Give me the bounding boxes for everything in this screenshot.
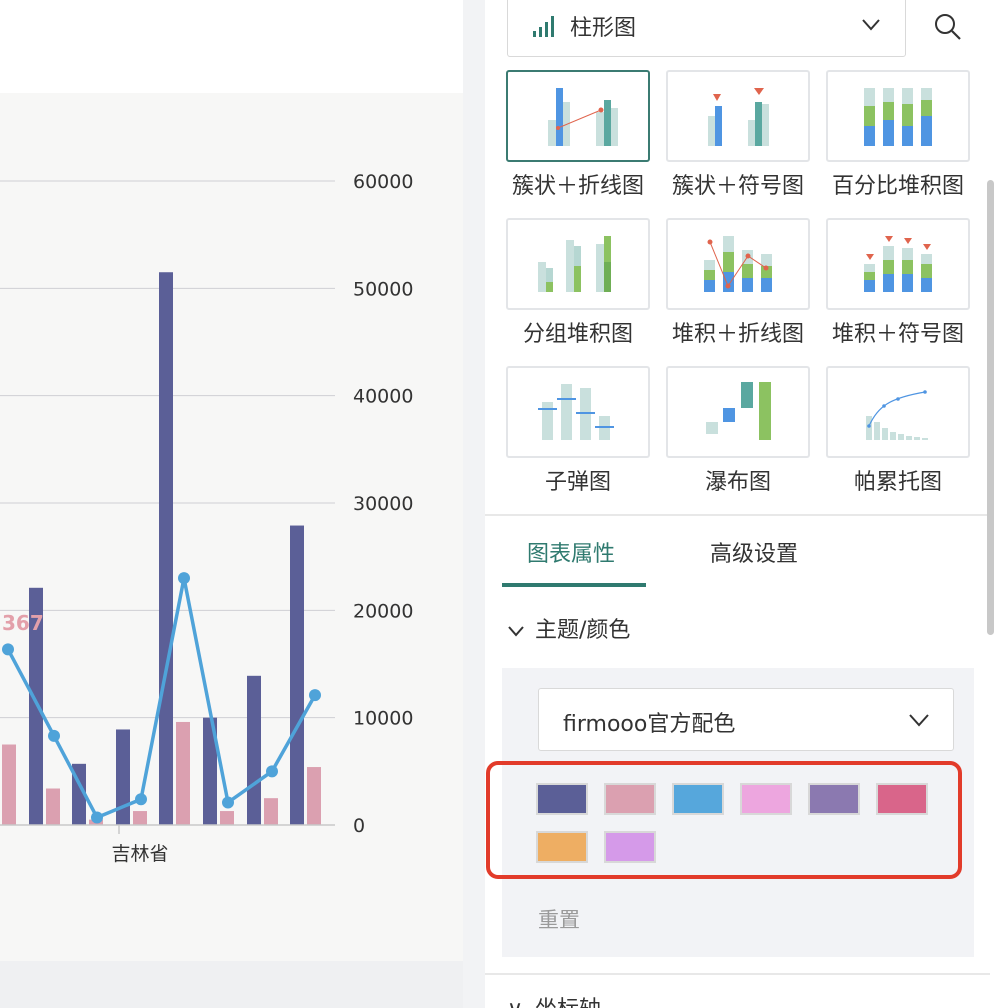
pareto-icon — [866, 390, 928, 440]
bar — [133, 811, 147, 825]
swatch-color — [742, 785, 790, 813]
line-point — [266, 765, 278, 778]
tab-chart-properties[interactable]: 图表属性 — [527, 536, 615, 568]
color-swatch[interactable] — [536, 831, 588, 863]
chart-type-tile-stacked-line[interactable] — [666, 218, 810, 310]
chart-preview: 60000 50000 40000 30000 20000 10000 0 吉林省 367 — [0, 0, 463, 1008]
color-swatch[interactable] — [740, 783, 792, 815]
chart-type-label: 堆积＋符号图 — [831, 322, 964, 347]
chart-type-label: 簇状＋折线图 — [511, 174, 644, 199]
tab-advanced-settings[interactable]: 高级设置 — [710, 536, 798, 568]
line-point — [135, 793, 147, 806]
percent-stacked-icon — [864, 88, 932, 146]
group-stacked-icon — [538, 236, 611, 292]
color-swatch[interactable] — [536, 783, 588, 815]
chart-type-label: 分组堆积图 — [522, 322, 633, 347]
swatch-color — [674, 785, 722, 813]
swatch-color — [606, 833, 654, 861]
bar — [290, 525, 304, 825]
y-tick-label: 50000 — [353, 278, 413, 300]
theme-select[interactable]: firmooo官方配色 — [538, 688, 954, 751]
bar — [220, 811, 234, 825]
chart-type-label: 堆积＋折线图 — [671, 322, 804, 347]
color-swatch[interactable] — [876, 783, 928, 815]
chart-type-label: 百分比堆积图 — [831, 174, 964, 199]
color-swatch[interactable] — [808, 783, 860, 815]
chart-type-tile-cluster-line[interactable] — [506, 70, 650, 162]
chart-type-label: 子弹图 — [544, 470, 611, 495]
bar — [176, 721, 190, 825]
bars — [2, 272, 321, 825]
chart-type-tile-pareto[interactable] — [826, 366, 970, 458]
data-label: 367 — [2, 611, 44, 635]
line-point — [222, 796, 234, 809]
theme-select-value: firmooo官方配色 — [563, 712, 736, 737]
line-point — [309, 689, 321, 702]
bar — [307, 767, 321, 825]
combo-chart: 60000 50000 40000 30000 20000 10000 0 吉林省 367 — [0, 171, 413, 865]
y-tick-label: 30000 — [353, 493, 413, 515]
line-point — [2, 643, 14, 656]
search-icon[interactable] — [931, 10, 965, 44]
line-point — [48, 729, 60, 742]
chevron-down-icon — [508, 626, 524, 637]
bar — [116, 729, 130, 825]
chart-type-tile-stacked-symbol[interactable] — [826, 218, 970, 310]
section-title: 主题/颜色 — [535, 618, 631, 643]
swatch-color — [810, 785, 858, 813]
highlight-annotation-box — [486, 761, 962, 879]
line-point — [91, 811, 103, 824]
cluster-line-icon — [548, 88, 618, 146]
bar — [46, 788, 60, 825]
bar — [2, 744, 16, 825]
chart-type-tile-bullet[interactable] — [506, 366, 650, 458]
x-axis-label: 吉林省 — [111, 843, 168, 865]
color-swatch[interactable] — [604, 783, 656, 815]
waterfall-icon — [706, 382, 771, 440]
y-tick-label: 20000 — [353, 600, 413, 622]
swatch-color — [878, 785, 926, 813]
settings-panel: 柱形图 簇状＋折线图 簇状＋符号图 百分比堆积图 分组堆积图 堆积＋折线图 堆积… — [485, 0, 994, 1008]
divider — [485, 973, 990, 975]
bar — [247, 675, 261, 825]
y-tick-label: 0 — [353, 815, 365, 837]
swatch-color — [606, 785, 654, 813]
bullet-icon — [538, 384, 614, 440]
y-tick-label: 10000 — [353, 708, 413, 730]
reset-button[interactable]: 重置 — [538, 904, 580, 934]
theme-color-panel: firmooo官方配色 重置 — [486, 668, 974, 957]
swatch-color — [538, 833, 586, 861]
chart-type-tile-percent-stacked[interactable] — [826, 70, 970, 162]
stacked-line-icon — [704, 236, 772, 292]
chart-type-tile-group-stacked[interactable] — [506, 218, 650, 310]
chart-type-tile-cluster-symbol[interactable] — [666, 70, 810, 162]
active-tab-indicator — [502, 583, 646, 587]
chart-type-label: 柱形图 — [570, 16, 637, 41]
chart-type-tile-waterfall[interactable] — [666, 366, 810, 458]
bar-chart-icon — [533, 16, 554, 37]
line-point — [178, 572, 190, 585]
section-theme-color-header[interactable]: 主题/颜色 — [507, 612, 630, 644]
chart-type-select[interactable]: 柱形图 — [507, 0, 906, 57]
panel-scrollbar[interactable] — [987, 180, 994, 635]
section-title: 坐标轴 — [535, 997, 601, 1008]
color-swatch[interactable] — [604, 831, 656, 863]
section-axis-header[interactable]: ∨坐标轴 — [507, 992, 601, 1008]
stacked-symbol-icon — [864, 236, 932, 292]
chevron-down-icon — [862, 19, 880, 31]
bar — [264, 798, 278, 825]
color-swatch[interactable] — [672, 783, 724, 815]
chart-type-label: 帕累托图 — [853, 470, 942, 495]
y-tick-label: 60000 — [353, 171, 413, 193]
swatch-color — [538, 785, 586, 813]
chart-type-label: 簇状＋符号图 — [671, 174, 804, 199]
cluster-symbol-icon — [708, 88, 769, 146]
chart-type-label: 瀑布图 — [704, 470, 771, 495]
bar — [159, 272, 173, 825]
app-root: 60000 50000 40000 30000 20000 10000 0 吉林省 367 … — [0, 0, 994, 1008]
y-tick-label: 40000 — [353, 386, 413, 408]
y-axis: 60000 50000 40000 30000 20000 10000 0 — [353, 171, 413, 837]
divider — [485, 514, 990, 516]
chevron-down-icon — [909, 714, 929, 727]
